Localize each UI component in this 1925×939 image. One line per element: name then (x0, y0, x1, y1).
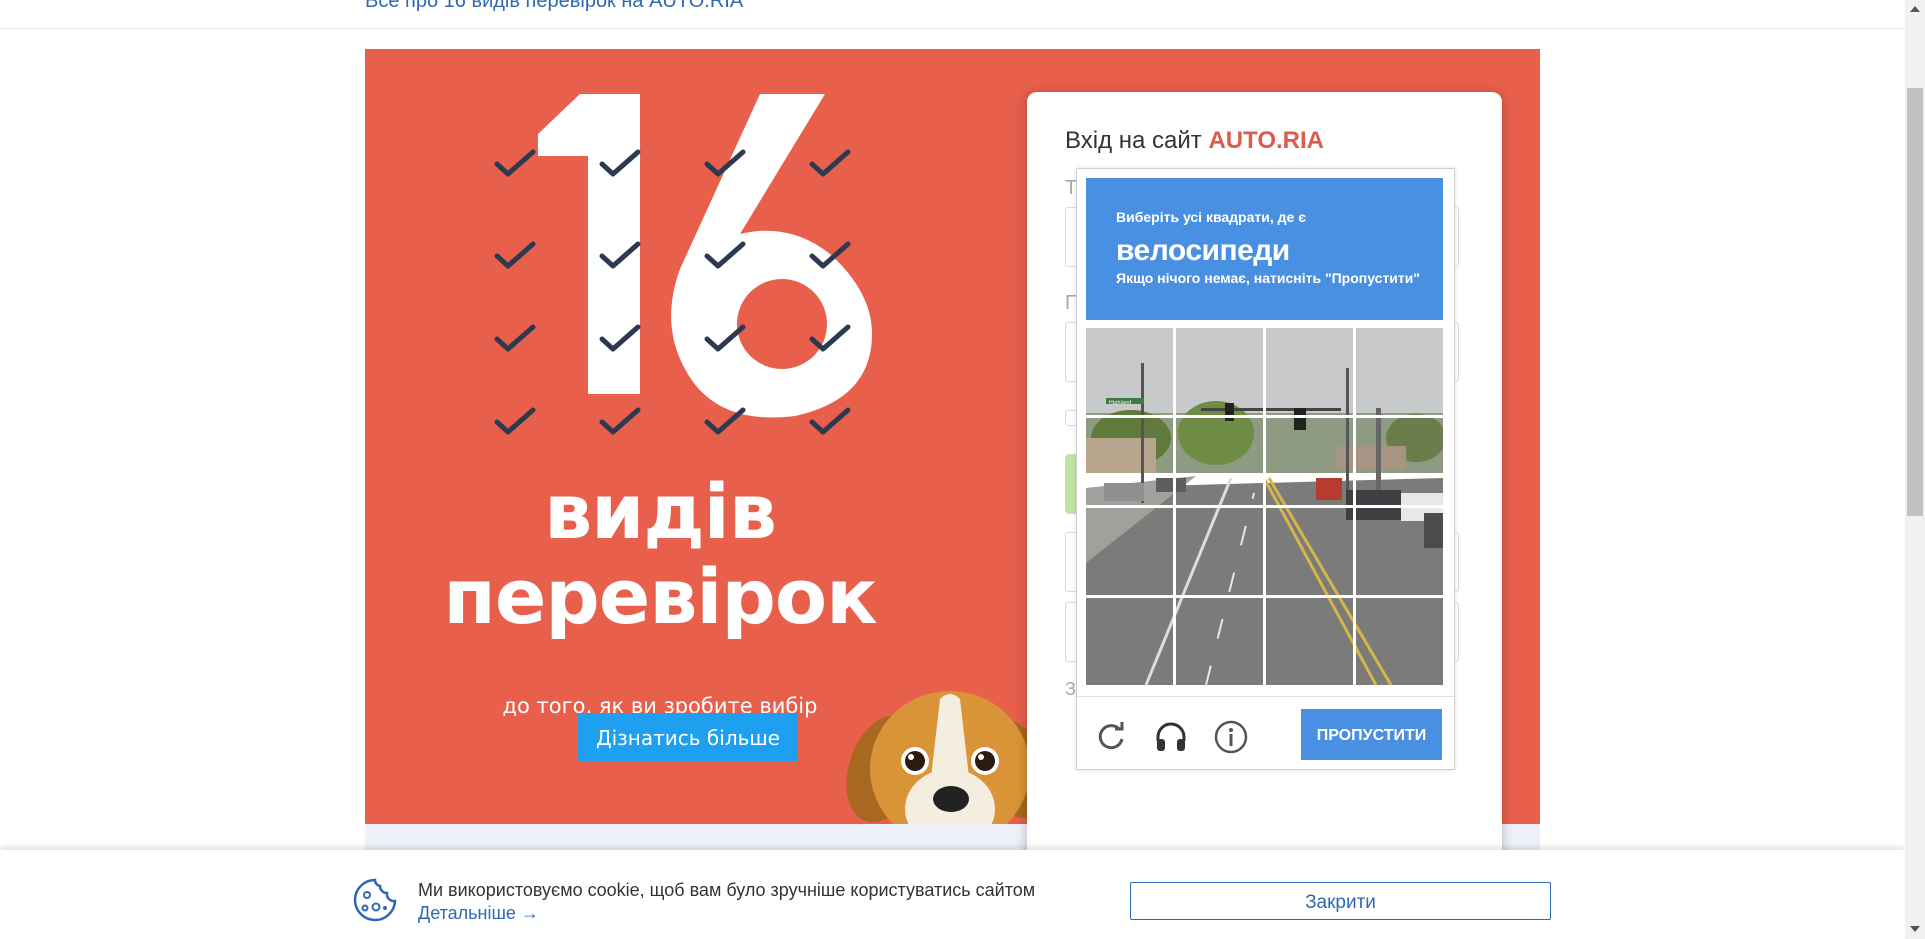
checkmark-icon (703, 324, 747, 354)
checkmark-icon (493, 149, 537, 179)
checkmark-icon (598, 324, 642, 354)
captcha-challenge: Виберіть усі квадрати, де є велосипеди Я… (1076, 168, 1455, 770)
headline-line2: перевірок (443, 552, 877, 641)
captcha-tile-r4-c3[interactable]: Highland (1266, 598, 1353, 685)
scroll-thumb[interactable] (1907, 88, 1923, 516)
headline-line1: видів (544, 467, 777, 556)
checkmark-icon (598, 149, 642, 179)
scroll-down-arrow[interactable] (1910, 926, 1920, 932)
captcha-tile-r2-c3[interactable]: Highland (1266, 418, 1353, 505)
captcha-tile-r3-c2[interactable]: Highland (1176, 508, 1263, 595)
captcha-tile-r1-c4[interactable]: Highland (1356, 328, 1443, 415)
captcha-tile-r2-c2[interactable]: Highland (1176, 418, 1263, 505)
cookie-banner: Ми використовуємо cookie, щоб вам було з… (0, 850, 1905, 939)
captcha-tile-r4-c4[interactable]: Highland (1356, 598, 1443, 685)
captcha-skip-button[interactable]: ПРОПУСТИТИ (1301, 709, 1442, 760)
cookie-message: Ми використовуємо cookie, щоб вам було з… (418, 880, 1036, 900)
login-title-brand: AUTO.RIA (1208, 127, 1324, 154)
checkmark-icon (808, 241, 852, 271)
captcha-tile-r3-c1[interactable]: Highland (1086, 508, 1173, 595)
captcha-instruction-hint: Якщо нічого немає, натисніть "Пропустити… (1116, 270, 1421, 286)
captcha-tile-r2-c4[interactable]: Highland (1356, 418, 1443, 505)
captcha-image-grid: HighlandHighlandHighlandHighlandHighland… (1086, 328, 1443, 685)
checkmark-icon (598, 407, 642, 437)
captcha-target-word: велосипеди (1116, 234, 1290, 267)
cookie-close-button[interactable]: Закрити (1130, 882, 1551, 920)
captcha-footer: ПРОПУСТИТИ (1077, 696, 1454, 770)
checkmark-icon (493, 324, 537, 354)
checkmark-icon (493, 407, 537, 437)
login-title: Вхід на сайт AUTO.RIA (1065, 127, 1324, 155)
checkmark-icon (808, 407, 852, 437)
promo-link[interactable]: Все про 16 видів перевірок на AUTO.RIA (365, 0, 743, 13)
cookie-icon (352, 877, 398, 923)
checkmark-icon (703, 407, 747, 437)
checkmark-icon (493, 241, 537, 271)
captcha-tile-r3-c4[interactable]: Highland (1356, 508, 1443, 595)
audio-challenge-icon[interactable] (1153, 719, 1189, 755)
login-title-text: Вхід на сайт (1065, 127, 1209, 154)
checkmark-icon (703, 149, 747, 179)
checkmark-icon (703, 241, 747, 271)
header-divider (0, 28, 1905, 29)
checkmark-icon (598, 241, 642, 271)
checkmark-icon (808, 324, 852, 354)
refresh-icon[interactable] (1093, 719, 1129, 755)
captcha-tile-r2-c1[interactable]: Highland (1086, 418, 1173, 505)
checkmark-icon (808, 149, 852, 179)
svg-text:Highland: Highland (1109, 400, 1131, 406)
captcha-tile-r1-c2[interactable]: Highland (1176, 328, 1263, 415)
learn-more-button[interactable]: Дізнатись більше (578, 713, 798, 761)
captcha-instruction-line1: Виберіть усі квадрати, де є (1116, 209, 1306, 225)
captcha-tile-r4-c1[interactable]: Highland (1086, 598, 1173, 685)
captcha-tile-r3-c3[interactable]: Highland (1266, 508, 1353, 595)
register-link[interactable]: З (1065, 679, 1076, 700)
captcha-tile-r4-c2[interactable]: Highland (1176, 598, 1263, 685)
page-scrollbar[interactable] (1905, 0, 1925, 939)
captcha-instruction-header: Виберіть усі квадрати, де є велосипеди Я… (1086, 178, 1443, 320)
scroll-up-arrow[interactable] (1910, 6, 1920, 12)
captcha-tile-r1-c3[interactable]: Highland (1266, 328, 1353, 415)
captcha-tile-r1-c1[interactable]: Highland (1086, 328, 1173, 415)
cookie-details-link[interactable]: Детальніше → (418, 903, 539, 924)
info-icon[interactable] (1213, 719, 1249, 755)
